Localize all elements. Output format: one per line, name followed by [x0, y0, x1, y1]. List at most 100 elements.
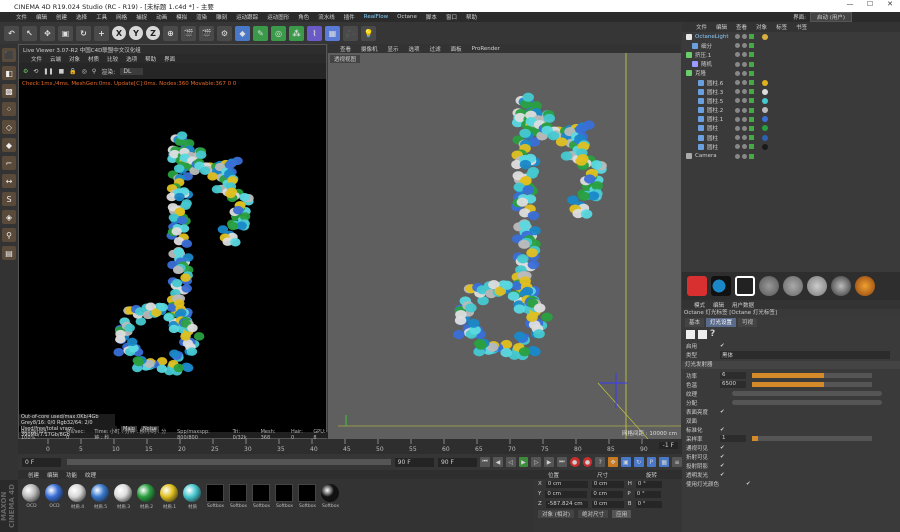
- material-menu-item[interactable]: 功能: [66, 471, 77, 479]
- enabled-row[interactable]: 启用 ✔: [682, 341, 900, 350]
- texture-mode-icon[interactable]: ▩: [2, 84, 16, 98]
- editor-visibility-icon[interactable]: [735, 107, 740, 113]
- camera-icon[interactable]: 🎥: [343, 25, 358, 41]
- material-swatch[interactable]: OCD: [45, 484, 64, 510]
- visibility-dots[interactable]: [735, 125, 754, 131]
- menubar-item[interactable]: 工具: [96, 13, 107, 21]
- render-visibility-icon[interactable]: [742, 107, 747, 113]
- om-menu-item[interactable]: 对象: [756, 23, 767, 31]
- enable-check-icon[interactable]: [749, 70, 754, 76]
- daylight-icon[interactable]: [783, 276, 803, 296]
- tweak-icon[interactable]: ↔: [2, 174, 16, 188]
- material-menu-item[interactable]: 创建: [28, 471, 39, 479]
- menubar-item[interactable]: 脚本: [426, 13, 437, 21]
- subdivision-icon[interactable]: ◎: [271, 25, 286, 41]
- next-frame-icon[interactable]: ▷: [531, 457, 542, 467]
- menubar-item[interactable]: 模拟: [176, 13, 187, 21]
- go-end-icon[interactable]: ⏭: [556, 457, 567, 467]
- pla-key-icon[interactable]: ▦: [659, 457, 670, 467]
- viewport-menu-item[interactable]: 查看: [340, 45, 351, 53]
- visibility-dots[interactable]: [735, 135, 754, 141]
- object-row[interactable]: 随机: [682, 60, 900, 69]
- check-icon[interactable]: ✔: [720, 427, 725, 433]
- render-settings-icon[interactable]: ⚙: [217, 25, 232, 41]
- material-swatch[interactable]: 材质.5: [91, 484, 110, 510]
- object-row[interactable]: 圆柱: [682, 133, 900, 142]
- coord-mode-dropdown[interactable]: 对象 (相对): [538, 510, 575, 518]
- visibility-dots[interactable]: [735, 116, 754, 122]
- material-tag-icon[interactable]: [762, 125, 768, 132]
- render-visibility-icon[interactable]: [742, 34, 747, 40]
- menubar-item[interactable]: 雕刻: [216, 13, 227, 21]
- menubar-item[interactable]: 文件: [16, 13, 27, 21]
- check-icon[interactable]: ✔: [746, 481, 751, 487]
- visibility-dots[interactable]: [735, 34, 754, 40]
- material-swatch[interactable]: 材质: [183, 484, 202, 510]
- object-row[interactable]: 克隆: [682, 69, 900, 78]
- light-preview-icon[interactable]: [686, 329, 695, 339]
- material-tag-icon[interactable]: [762, 88, 768, 95]
- deformer-icon[interactable]: ⌇: [307, 25, 322, 41]
- size-mode-dropdown[interactable]: 绝对尺寸: [578, 510, 609, 518]
- material-swatch[interactable]: Softbox: [229, 484, 248, 510]
- minimize-button[interactable]: —: [840, 0, 860, 12]
- undo-icon[interactable]: ↶: [4, 25, 19, 41]
- texture-row[interactable]: 纹理: [682, 389, 900, 398]
- frame-range-slider[interactable]: [67, 459, 391, 465]
- editor-visibility-icon[interactable]: [735, 80, 740, 86]
- visibility-option-row[interactable]: 折射可见 ✔: [682, 452, 900, 461]
- editor-visibility-icon[interactable]: [735, 153, 740, 159]
- visibility-dots[interactable]: [735, 61, 754, 67]
- cube-icon[interactable]: ◆: [235, 25, 250, 41]
- use-light-color-row[interactable]: 使用灯光颜色 ✔: [682, 479, 900, 488]
- editor-visibility-icon[interactable]: [735, 70, 740, 76]
- material-swatch[interactable]: OCD: [22, 484, 41, 510]
- object-row[interactable]: 圆柱.5: [682, 96, 900, 105]
- material-menu-item[interactable]: 纹理: [85, 471, 96, 479]
- light-preview2-icon[interactable]: [698, 329, 707, 339]
- snap-icon[interactable]: S: [2, 192, 16, 206]
- enable-check-icon[interactable]: [749, 80, 754, 86]
- material-tag-icon[interactable]: [762, 134, 768, 141]
- apply-button[interactable]: 应用: [612, 510, 632, 518]
- lv-menu-item[interactable]: 选项: [126, 55, 137, 63]
- spot-light-icon[interactable]: [831, 276, 851, 296]
- make-editable-icon[interactable]: ⬛: [2, 48, 16, 62]
- editor-visibility-icon[interactable]: [735, 125, 740, 131]
- editor-visibility-icon[interactable]: [735, 89, 740, 95]
- material-tag-icon[interactable]: [762, 79, 768, 86]
- power-field[interactable]: 6: [720, 372, 746, 379]
- enable-check-icon[interactable]: [749, 125, 754, 131]
- attr-tab[interactable]: 灯光设置: [706, 318, 737, 327]
- hdri-icon[interactable]: [711, 276, 731, 296]
- render-visibility-icon[interactable]: [742, 116, 747, 122]
- edges-mode-icon[interactable]: ◇: [2, 120, 16, 134]
- check-icon[interactable]: ✔: [720, 445, 725, 451]
- grid-icon[interactable]: ▤: [2, 246, 16, 260]
- timeline-ruler[interactable]: 0 5 10 15 20 25 30 35 40 45 50 55 60 65 70 75 80 85 90 -1 …: [18, 439, 682, 454]
- next-key-icon[interactable]: ▶: [544, 457, 554, 467]
- distribution-slot[interactable]: [732, 400, 882, 405]
- material-swatch[interactable]: 材质.1: [160, 484, 179, 510]
- x-axis-button[interactable]: X: [112, 26, 126, 40]
- object-row[interactable]: 圆柱: [682, 124, 900, 133]
- scale-key-icon[interactable]: ▣: [620, 457, 631, 467]
- material-swatch[interactable]: Softbox: [298, 484, 317, 510]
- render-visibility-icon[interactable]: [742, 125, 747, 131]
- material-tag-icon[interactable]: [762, 143, 768, 150]
- focus-icon[interactable]: ◎: [82, 68, 87, 75]
- sample-slider[interactable]: [752, 436, 872, 441]
- menubar-item[interactable]: Octane: [397, 14, 417, 20]
- lv-menu-item[interactable]: 界面: [164, 55, 175, 63]
- position-field[interactable]: -587.824 cm: [545, 500, 588, 508]
- points-mode-icon[interactable]: ⁘: [2, 102, 16, 116]
- menubar-item[interactable]: 编辑: [36, 13, 47, 21]
- check-icon[interactable]: ✔: [720, 409, 725, 415]
- check-icon[interactable]: ✔: [720, 454, 725, 460]
- menubar-item[interactable]: 窗口: [446, 13, 457, 21]
- enable-check-icon[interactable]: [749, 144, 754, 150]
- type-dropdown[interactable]: 黑体: [720, 350, 890, 359]
- enable-check-icon[interactable]: [749, 61, 754, 67]
- pause-icon[interactable]: ❚❚: [43, 68, 53, 75]
- position-field[interactable]: 0 cm: [545, 480, 588, 488]
